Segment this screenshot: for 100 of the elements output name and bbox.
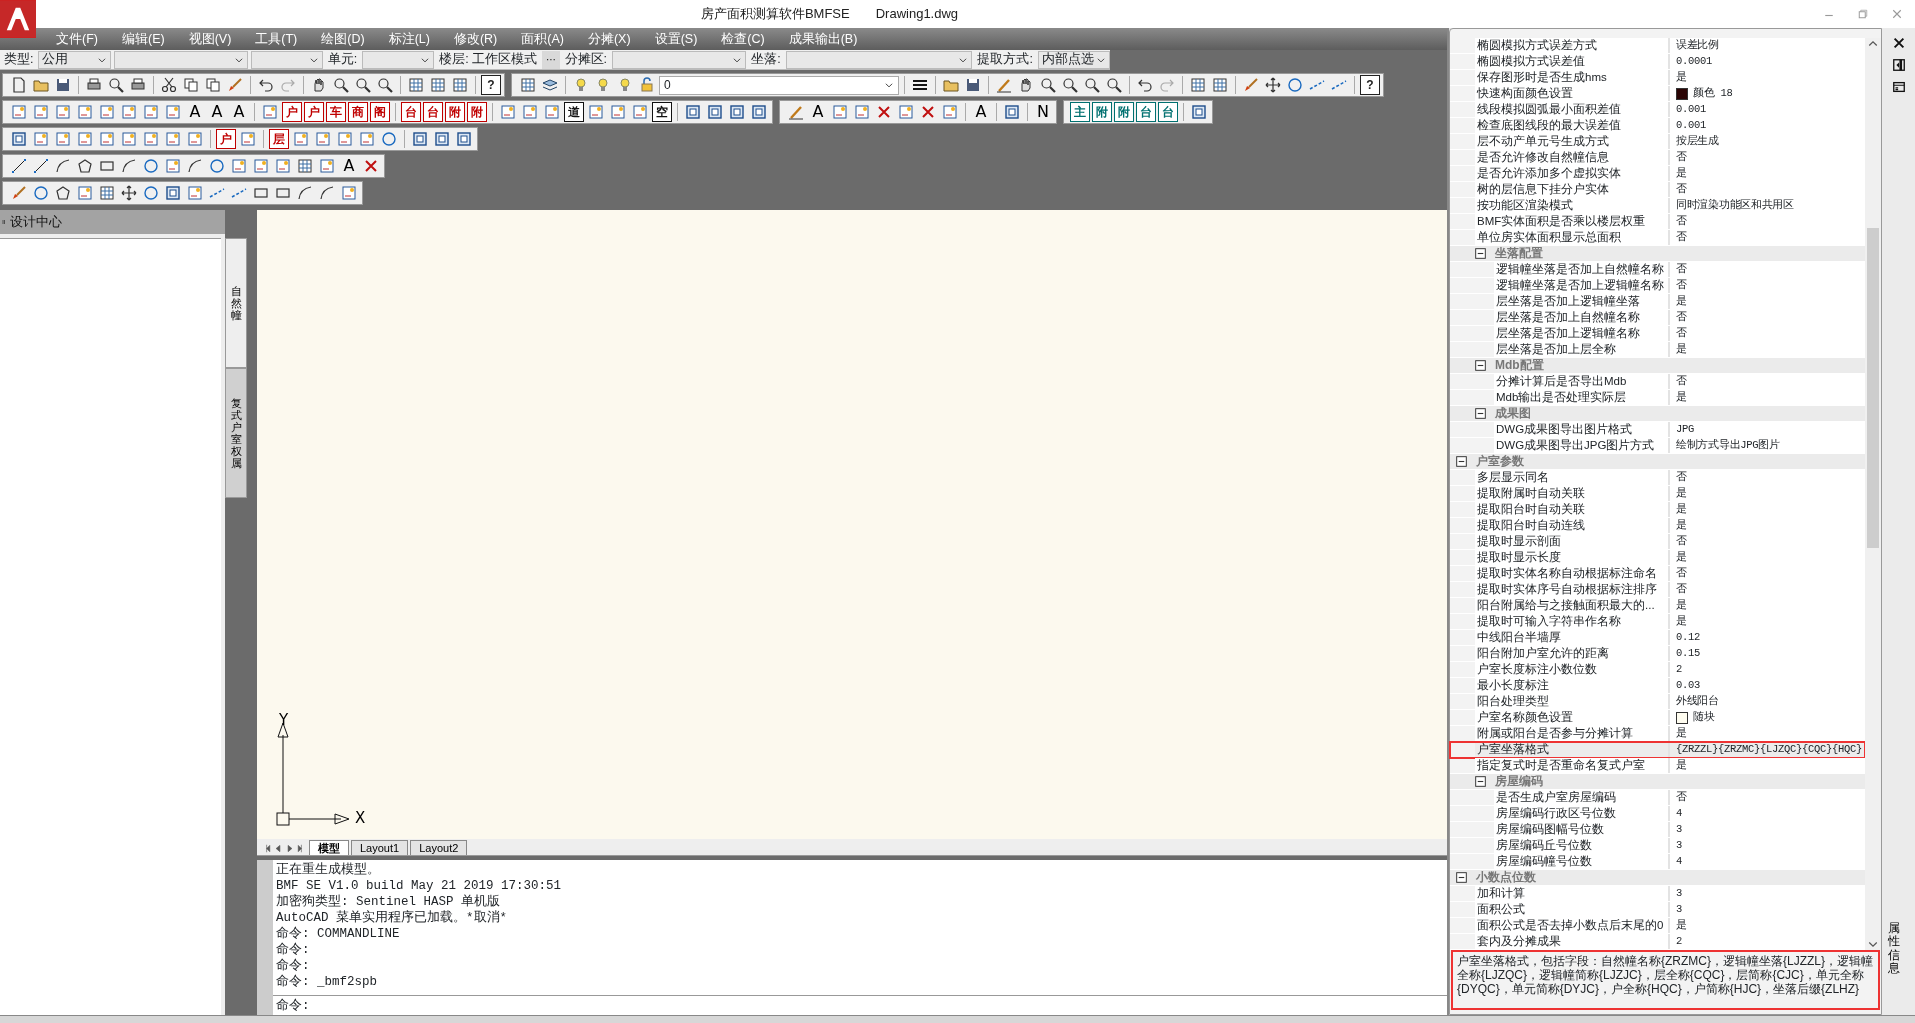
- property-name[interactable]: 提取阳台时自动连线: [1475, 518, 1670, 533]
- box-icon[interactable]: [55, 131, 71, 147]
- property-name[interactable]: 阳台附加户室允许的距离: [1475, 646, 1670, 661]
- box-icon[interactable]: [632, 104, 648, 120]
- property-value[interactable]: 3: [1670, 838, 1865, 853]
- property-name[interactable]: 是否允许添加多个虚拟实体: [1475, 166, 1670, 181]
- collapse-icon[interactable]: [1475, 776, 1486, 787]
- toolbar-button[interactable]: ?: [481, 75, 501, 95]
- dock-panel-icon[interactable]: [1891, 58, 1906, 72]
- property-name[interactable]: 层坐落是否加上自然幢名称: [1494, 310, 1670, 325]
- property-name[interactable]: Mdb输出是否处理实际层: [1494, 390, 1670, 405]
- toolbar-button[interactable]: 户: [304, 102, 324, 122]
- dropdown-field[interactable]: 内部点选: [1037, 50, 1110, 69]
- polygon-icon[interactable]: [55, 185, 71, 201]
- property-name[interactable]: 指定复式时是否重命名复式户室: [1475, 758, 1670, 773]
- light-bulb-icon[interactable]: [573, 77, 589, 93]
- property-name[interactable]: 检查底图线段的最大误差值: [1475, 118, 1670, 133]
- magnifier-icon[interactable]: [1040, 77, 1056, 93]
- property-name[interactable]: 最小长度标注: [1475, 678, 1670, 693]
- box-icon[interactable]: [231, 158, 247, 174]
- box-icon[interactable]: [240, 131, 256, 147]
- scissors-icon[interactable]: [161, 77, 177, 93]
- box-icon[interactable]: [942, 104, 958, 120]
- toolbar-button[interactable]: 空: [652, 102, 672, 122]
- square-icon[interactable]: [1191, 104, 1207, 120]
- circle-icon[interactable]: [143, 185, 159, 201]
- toolbar-button[interactable]: 层: [269, 129, 289, 149]
- redo-arrow-icon[interactable]: [280, 77, 296, 93]
- property-value[interactable]: 4: [1670, 854, 1865, 869]
- property-name[interactable]: 房屋编码行政区号位数: [1494, 806, 1670, 821]
- dropdown-field[interactable]: [785, 50, 973, 69]
- square-icon[interactable]: [729, 104, 745, 120]
- circle-icon[interactable]: [143, 158, 159, 174]
- property-value[interactable]: 3: [1670, 822, 1865, 837]
- line-icon[interactable]: [11, 158, 27, 174]
- side-tab[interactable]: 属性信息: [1887, 922, 1910, 975]
- property-name[interactable]: 提取附属时自动关联: [1475, 486, 1670, 501]
- property-value[interactable]: 否: [1670, 790, 1865, 805]
- toolbar-button[interactable]: N: [1033, 102, 1053, 122]
- group-header[interactable]: 坐落配置: [1450, 246, 1865, 262]
- box-icon[interactable]: [832, 104, 848, 120]
- folder-icon[interactable]: [33, 77, 49, 93]
- toolbar-button[interactable]: 户: [216, 129, 236, 149]
- property-value[interactable]: 否: [1670, 182, 1865, 197]
- property-name[interactable]: 提取时实体名称自动根据标注命名: [1475, 566, 1670, 581]
- copy-icon[interactable]: [183, 77, 199, 93]
- property-name[interactable]: 附属或阳台是否参与分摊计算: [1475, 726, 1670, 741]
- magnifier-icon[interactable]: [333, 77, 349, 93]
- box-icon[interactable]: [262, 104, 278, 120]
- property-name[interactable]: 保存图形时是否生成hms: [1475, 70, 1670, 85]
- layout-tab[interactable]: Layout1: [351, 840, 409, 855]
- box-icon[interactable]: [341, 185, 357, 201]
- dropdown-field[interactable]: 公用: [38, 50, 111, 69]
- property-value[interactable]: 否: [1670, 534, 1865, 549]
- property-value[interactable]: 同时渲染功能区和共用区: [1670, 198, 1865, 213]
- magnifier-icon[interactable]: [1062, 77, 1078, 93]
- property-name[interactable]: 层不动产单元号生成方式: [1475, 134, 1670, 149]
- property-value[interactable]: 否: [1670, 582, 1865, 597]
- property-name[interactable]: 是否生成户室房屋编码: [1494, 790, 1670, 805]
- property-value[interactable]: 按层生成: [1670, 134, 1865, 149]
- circle-icon[interactable]: [209, 158, 225, 174]
- grid-icon[interactable]: [430, 77, 446, 93]
- property-name[interactable]: 线段模拟圆弧最小面积差值: [1475, 102, 1670, 117]
- property-name[interactable]: 户室坐落格式: [1475, 742, 1670, 757]
- property-name[interactable]: 多层显示同名: [1475, 470, 1670, 485]
- padlock-icon[interactable]: [639, 77, 655, 93]
- property-value[interactable]: 外线阳台: [1670, 694, 1865, 709]
- property-name[interactable]: 户室长度标注小数位数: [1475, 662, 1670, 677]
- collapse-icon[interactable]: [1475, 248, 1486, 259]
- toolbar-button[interactable]: A: [971, 102, 991, 122]
- box-icon[interactable]: [33, 131, 49, 147]
- hand-icon[interactable]: [1018, 77, 1034, 93]
- property-value[interactable]: 是: [1670, 598, 1865, 613]
- circle-icon[interactable]: [1287, 77, 1303, 93]
- tab-scroll-icon[interactable]: [273, 842, 283, 855]
- property-name[interactable]: 加和计算: [1475, 886, 1670, 901]
- menu-item[interactable]: 视图(V): [176, 29, 244, 49]
- property-name[interactable]: DWG成果图导出图片格式: [1494, 422, 1670, 437]
- group-header[interactable]: 房屋编码: [1450, 774, 1865, 790]
- property-value[interactable]: 2: [1670, 934, 1865, 949]
- circle-icon[interactable]: [381, 131, 397, 147]
- property-value[interactable]: 是: [1670, 342, 1865, 357]
- box-icon[interactable]: [610, 104, 626, 120]
- property-name[interactable]: 阳台附属给与之接触面积最大的...: [1475, 598, 1670, 613]
- property-name[interactable]: 逻辑幢坐落是否加上逻辑幢名称: [1494, 278, 1670, 293]
- grid-icon[interactable]: [99, 185, 115, 201]
- property-value[interactable]: 否: [1670, 278, 1865, 293]
- property-name[interactable]: BMF实体面积是否乘以楼层权重: [1475, 214, 1670, 229]
- property-value[interactable]: 是: [1670, 486, 1865, 501]
- property-value[interactable]: 颜色 18: [1670, 86, 1865, 101]
- box-icon[interactable]: [11, 104, 27, 120]
- more-button[interactable]: ···: [542, 50, 560, 69]
- property-value[interactable]: 是: [1670, 614, 1865, 629]
- menu-item[interactable]: 修改(R): [441, 29, 510, 49]
- square-icon[interactable]: [751, 104, 767, 120]
- magnifier-icon[interactable]: [377, 77, 393, 93]
- box-icon[interactable]: [187, 185, 203, 201]
- toolbar-button[interactable]: 附: [1114, 102, 1134, 122]
- toolbar-button[interactable]: 台: [1136, 102, 1156, 122]
- property-name[interactable]: 椭圆模拟方式误差值: [1475, 54, 1670, 69]
